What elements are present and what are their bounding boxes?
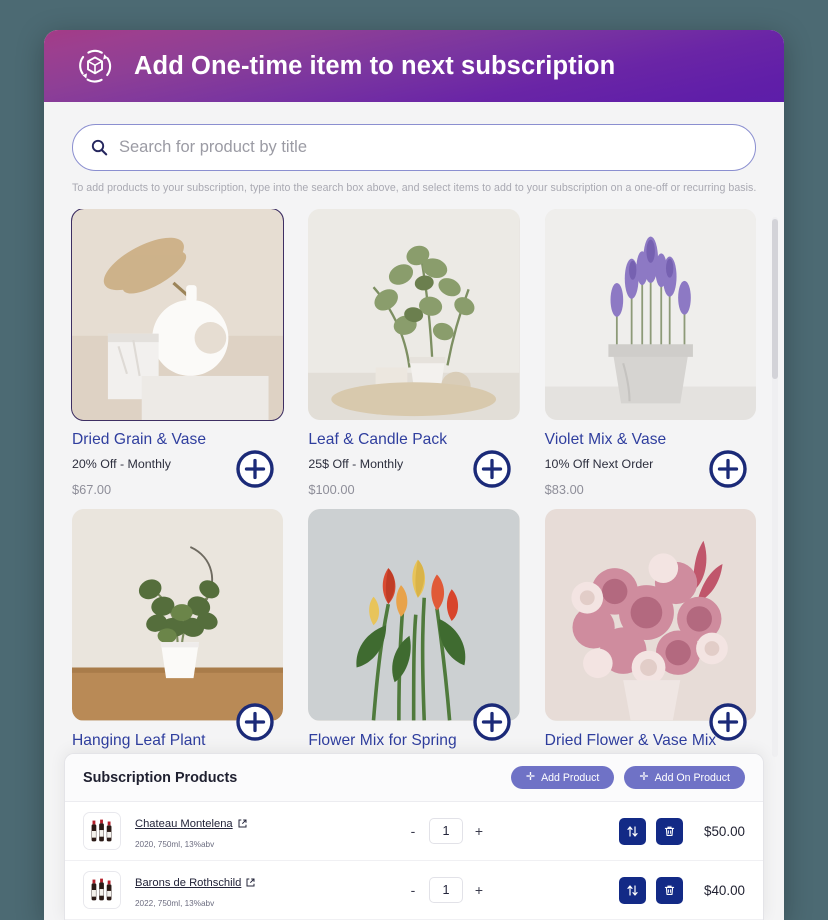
add-on-product-label: Add On Product [654, 771, 730, 784]
search-icon [91, 139, 108, 156]
subscription-panel-title: Subscription Products [83, 769, 238, 786]
product-thumbnail [308, 209, 520, 421]
scrollbar-thumb[interactable] [772, 219, 778, 379]
search-box[interactable] [72, 124, 756, 171]
product-name: Chateau Montelena [135, 817, 233, 830]
swap-vertical-icon-button[interactable] [619, 876, 646, 904]
product-card[interactable]: Flower Mix for Spring [308, 509, 520, 749]
three-wine-bottles-icon [83, 812, 121, 850]
product-name: Barons de Rothschild [135, 876, 242, 889]
increment-button[interactable]: + [473, 882, 485, 898]
subscription-products-panel: Subscription Products ✛ Add Product ✛ Ad… [64, 753, 764, 920]
plus-icon: ✛ [525, 771, 536, 783]
product-grid: Dried Grain & Vase 20% Off - Monthly $67… [70, 209, 756, 750]
add-product-button[interactable] [472, 702, 512, 742]
trash-icon-button[interactable] [656, 876, 683, 904]
plus-icon: ✛ [639, 771, 649, 783]
product-card[interactable]: Dried Flower & Vase Mix [544, 509, 756, 749]
product-thumbnail [308, 509, 520, 721]
modal-header: Add One-time item to next subscription [44, 30, 784, 102]
search-section: To add products to your subscription, ty… [44, 102, 784, 194]
add-product-pill-button[interactable]: ✛ Add Product [510, 766, 615, 789]
add-product-button[interactable] [472, 449, 512, 489]
add-on-product-pill-button[interactable]: ✛ Add On Product [624, 766, 745, 789]
product-card[interactable]: Violet Mix & Vase 10% Off Next Order $83… [544, 209, 756, 497]
modal-title: Add One-time item to next subscription [134, 51, 616, 80]
product-card[interactable]: Dried Grain & Vase 20% Off - Monthly $67… [70, 209, 285, 497]
product-title[interactable]: Leaf & Candle Pack [308, 431, 519, 449]
add-product-button[interactable] [235, 449, 275, 489]
table-row: Barons de Rothschild 2022, 750ml, 13%abv… [65, 861, 763, 920]
row-product-info: Chateau Montelena 2020, 750ml, 13%abv [135, 814, 385, 849]
subscription-cube-icon [74, 45, 116, 87]
row-price: $40.00 [704, 882, 745, 898]
add-product-label: Add Product [541, 771, 600, 784]
quantity-stepper: - + [407, 818, 485, 844]
row-actions: $40.00 [619, 876, 745, 904]
product-grid-scroll-area: Dried Grain & Vase 20% Off - Monthly $67… [44, 209, 784, 769]
product-thumbnail [544, 509, 756, 721]
product-card[interactable]: Hanging Leaf Plant [72, 509, 284, 749]
add-product-button[interactable] [708, 702, 748, 742]
subscription-panel-header: Subscription Products ✛ Add Product ✛ Ad… [65, 754, 763, 802]
product-title[interactable]: Dried Grain & Vase [72, 431, 283, 449]
trash-icon-button[interactable] [656, 817, 683, 845]
product-title[interactable]: Violet Mix & Vase [545, 431, 756, 449]
decrement-button[interactable]: - [407, 823, 419, 839]
quantity-input[interactable] [429, 877, 463, 903]
three-wine-bottles-icon [83, 871, 121, 909]
quantity-input[interactable] [429, 818, 463, 844]
product-thumbnail [70, 209, 285, 422]
subscription-panel-actions: ✛ Add Product ✛ Add On Product [510, 766, 745, 789]
product-card[interactable]: Leaf & Candle Pack 25$ Off - Monthly $10… [308, 209, 520, 497]
screen: Add One-time item to next subscription T… [0, 0, 828, 920]
add-item-modal: Add One-time item to next subscription T… [44, 30, 784, 920]
search-input[interactable] [119, 138, 737, 157]
increment-button[interactable]: + [473, 823, 485, 839]
row-price: $50.00 [704, 823, 745, 839]
row-product-info: Barons de Rothschild 2022, 750ml, 13%abv [135, 873, 385, 908]
row-actions: $50.00 [619, 817, 745, 845]
external-link-icon [238, 819, 247, 828]
decrement-button[interactable]: - [407, 882, 419, 898]
product-meta: 2022, 750ml, 13%abv [135, 898, 215, 908]
quantity-stepper: - + [407, 877, 485, 903]
product-meta: 2020, 750ml, 13%abv [135, 839, 215, 849]
add-product-button[interactable] [708, 449, 748, 489]
add-product-button[interactable] [235, 702, 275, 742]
product-link[interactable]: Chateau Montelena [135, 818, 247, 830]
product-link[interactable]: Barons de Rothschild [135, 877, 255, 889]
external-link-icon [246, 878, 255, 887]
product-thumbnail [544, 209, 756, 421]
search-helper-text: To add products to your subscription, ty… [72, 182, 757, 194]
swap-vertical-icon-button[interactable] [619, 817, 646, 845]
table-row: Chateau Montelena 2020, 750ml, 13%abv - [65, 802, 763, 861]
product-thumbnail [72, 509, 284, 721]
